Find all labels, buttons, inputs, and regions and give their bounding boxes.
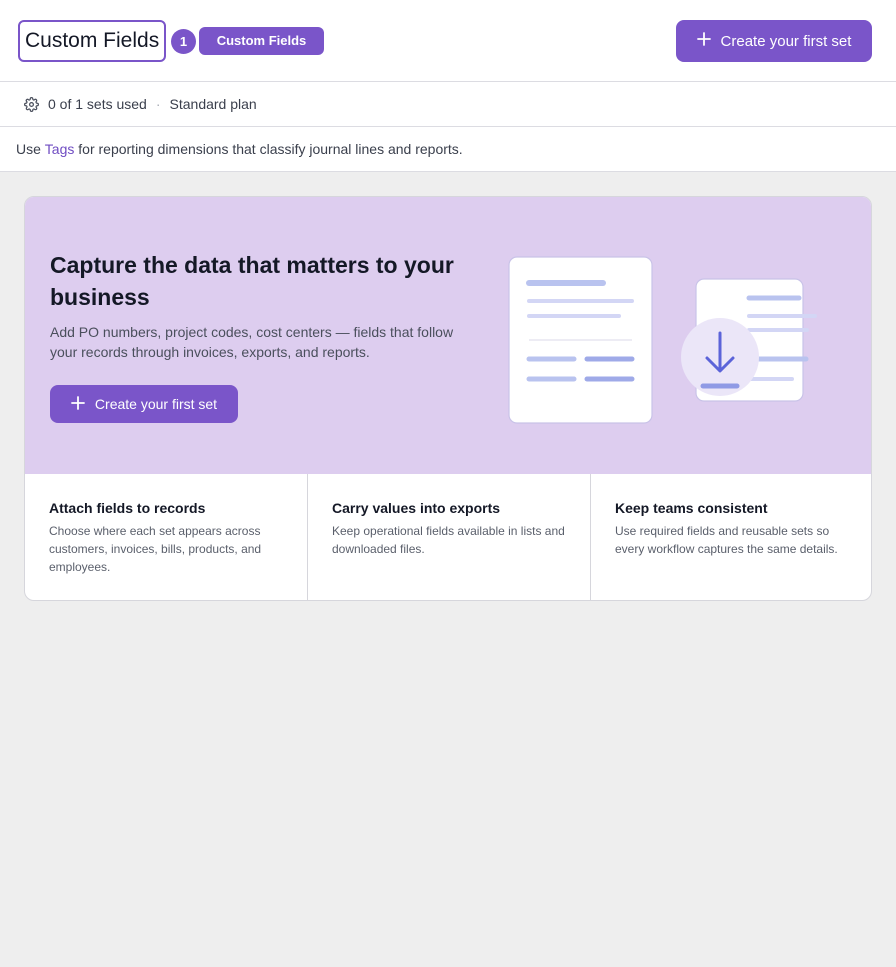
feature-description: Use required fields and reusable sets so… [615, 524, 838, 556]
sets-used-count: 0 of 1 sets used [48, 96, 147, 112]
tags-link[interactable]: Tags [45, 141, 75, 157]
feature-description: Choose where each set appears across cus… [49, 524, 262, 574]
empty-state-card: Capture the data that matters to your bu… [24, 196, 872, 601]
hero-create-first-set-button[interactable]: Create your first set [50, 385, 238, 423]
plus-icon [696, 32, 711, 50]
feature-carry-values: Carry values into exports Keep operation… [308, 474, 591, 600]
feature-keep-consistent: Keep teams consistent Use required field… [591, 474, 871, 600]
feature-list: Attach fields to records Choose where ea… [25, 474, 871, 600]
tags-note: Use Tags for reporting dimensions that c… [0, 127, 896, 172]
gear-icon [24, 96, 39, 112]
usage-bar: 0 of 1 sets used · Standard plan [0, 82, 896, 127]
plus-icon [71, 395, 85, 413]
hero-description: Add PO numbers, project codes, cost cent… [50, 324, 454, 360]
hero-panel: Capture the data that matters to your bu… [25, 197, 871, 474]
hero-title: Capture the data that matters to your bu… [50, 252, 454, 310]
feature-title: Carry values into exports [332, 500, 501, 516]
count-badge: 1 [171, 29, 196, 54]
create-first-set-label: Create your first set [720, 32, 852, 50]
documents-illustration [508, 256, 817, 424]
separator-dot: · [155, 96, 161, 112]
feature-attach-fields: Attach fields to records Choose where ea… [25, 474, 308, 600]
feature-title: Attach fields to records [49, 500, 206, 516]
feature-title: Keep teams consistent [615, 500, 768, 516]
tags-note-suffix: for reporting dimensions that classify j… [74, 141, 463, 157]
feature-description: Keep operational fields available in lis… [332, 524, 565, 556]
hero-create-first-set-label: Create your first set [94, 396, 218, 412]
page-title[interactable]: Custom Fields [18, 20, 167, 62]
plan-name: Standard plan [169, 96, 257, 112]
page-header: Custom Fields 1 Custom Fields Create you… [0, 0, 896, 82]
create-first-set-button[interactable]: Create your first set [676, 20, 872, 62]
section-badge: Custom Fields [199, 27, 324, 55]
tags-note-prefix: Use [16, 141, 45, 157]
